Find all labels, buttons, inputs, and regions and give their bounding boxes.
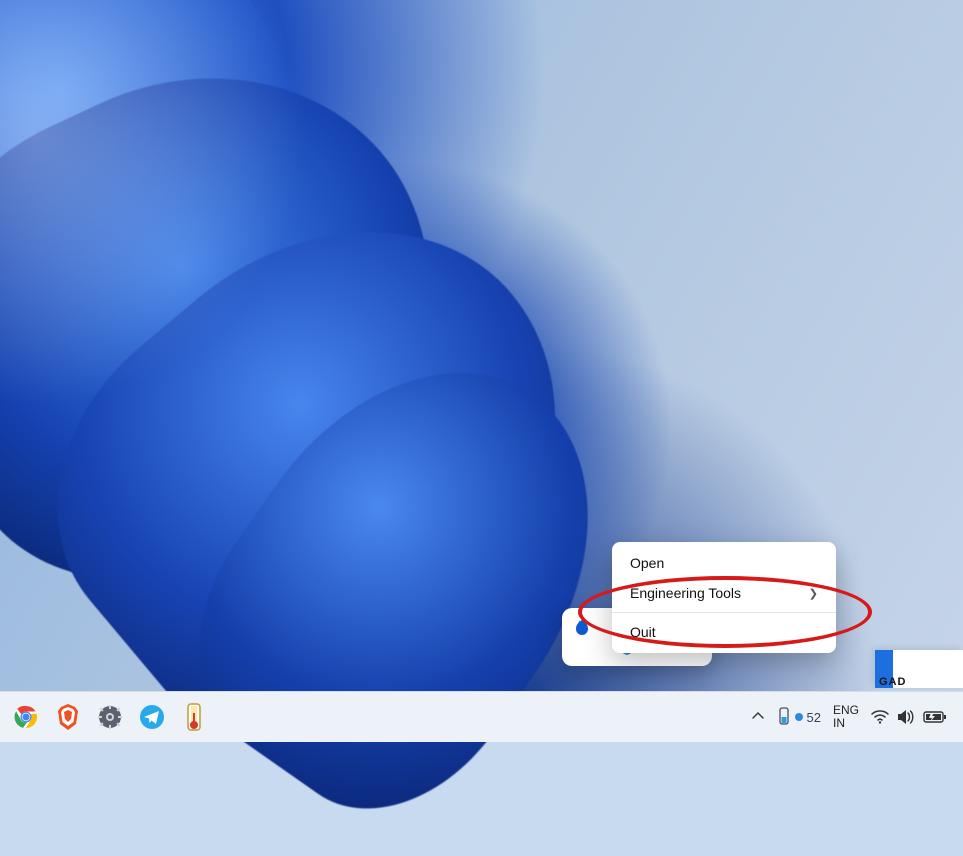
tray-status-icons[interactable]: [871, 709, 947, 725]
telegram-icon: [139, 704, 165, 730]
menu-item-open[interactable]: Open: [612, 548, 836, 578]
language-secondary: IN: [833, 717, 859, 730]
taskbar: 52 ENG IN: [0, 691, 963, 742]
taskbar-app-brave[interactable]: [54, 703, 82, 731]
chevron-right-icon: ❯: [809, 587, 818, 600]
taskbar-tray-area: 52 ENG IN: [751, 704, 963, 729]
menu-item-label: Open: [630, 555, 664, 571]
menu-item-label: Engineering Tools: [630, 585, 741, 601]
flame-icon[interactable]: [574, 618, 590, 661]
menu-separator: [612, 612, 836, 613]
gear-icon: [97, 704, 123, 730]
watermark-text: GAD: [879, 676, 906, 688]
tray-context-menu: Open Engineering Tools ❯ Quit: [612, 542, 836, 653]
menu-item-engineering-tools[interactable]: Engineering Tools ❯: [612, 578, 836, 608]
wifi-icon: [871, 710, 889, 724]
brave-icon: [57, 704, 79, 730]
thermometer-icon: [184, 703, 204, 731]
volume-icon: [897, 709, 915, 725]
menu-item-label: Quit: [630, 624, 656, 640]
menu-item-quit[interactable]: Quit: [612, 617, 836, 647]
temperature-value: 52: [807, 710, 821, 725]
tray-language[interactable]: ENG IN: [833, 704, 859, 729]
taskbar-app-core-temp[interactable]: [180, 703, 208, 731]
chrome-icon: [14, 705, 38, 729]
battery-temp-icon: [777, 707, 791, 727]
taskbar-app-telegram[interactable]: [138, 703, 166, 731]
tray-overflow-chevron[interactable]: [751, 709, 765, 726]
chevron-up-icon: [751, 709, 765, 723]
watermark: GAD: [875, 650, 963, 688]
taskbar-pinned-area: [0, 703, 208, 731]
battery-icon: [923, 710, 947, 724]
status-dot-icon: [795, 713, 803, 721]
tray-temperature[interactable]: 52: [777, 707, 821, 727]
taskbar-app-chrome[interactable]: [12, 703, 40, 731]
taskbar-app-settings[interactable]: [96, 703, 124, 731]
